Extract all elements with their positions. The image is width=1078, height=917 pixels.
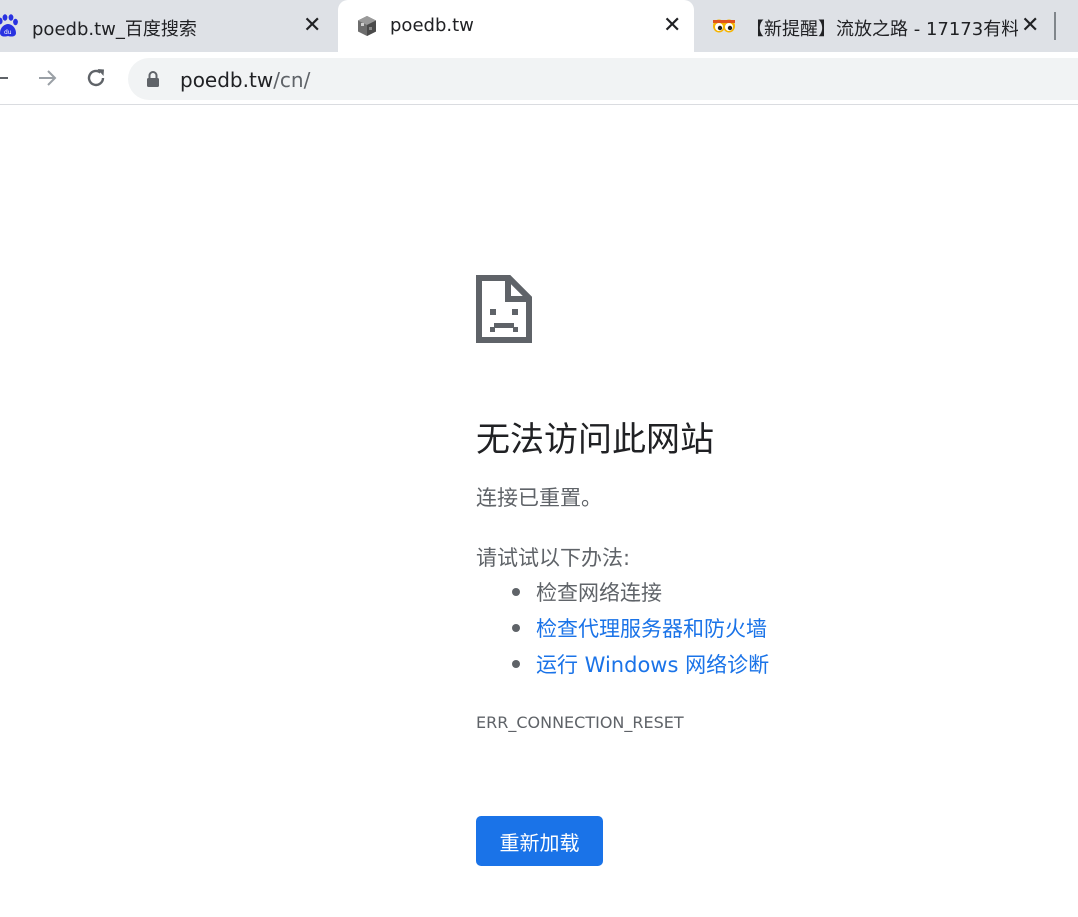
suggestion-check-proxy: 检查代理服务器和防火墙	[476, 613, 769, 649]
url-path: /cn/	[273, 68, 311, 92]
suggestion-check-network: 检查网络连接	[476, 577, 769, 613]
svg-text:du: du	[4, 29, 12, 36]
baidu-paw-icon: du	[0, 14, 18, 42]
17173-eyes-icon	[712, 17, 736, 39]
address-bar[interactable]: poedb.tw/cn/	[128, 58, 1078, 100]
error-description: 连接已重置。	[476, 486, 602, 510]
tab-title: 【新提醒】流放之路 - 17173有料	[746, 19, 1018, 40]
sad-document-icon	[476, 275, 532, 347]
tab-title: poedb.tw_百度搜索	[32, 19, 197, 40]
tab-separator	[1054, 12, 1056, 40]
suggestions-list: 检查网络连接 检查代理服务器和防火墙 运行 Windows 网络诊断	[476, 577, 769, 685]
error-code: ERR_CONNECTION_RESET	[476, 713, 684, 732]
reload-icon[interactable]	[82, 64, 110, 92]
page-title: 无法访问此网站	[476, 420, 714, 460]
close-tab-icon[interactable]: ✕	[1021, 13, 1039, 38]
tab-poedb[interactable]: poedb.tw ✕	[338, 0, 694, 52]
close-tab-icon[interactable]: ✕	[303, 13, 321, 38]
tab-17173[interactable]: 【新提醒】流放之路 - 17173有料 ✕	[700, 0, 1078, 52]
lock-icon[interactable]	[146, 71, 160, 91]
url-text: poedb.tw/cn/	[180, 68, 310, 92]
suggestions-label: 请试试以下办法:	[476, 546, 631, 570]
browser-toolbar: poedb.tw/cn/	[0, 52, 1078, 105]
back-arrow-icon[interactable]	[0, 64, 14, 92]
tab-title: poedb.tw	[390, 15, 474, 36]
check-proxy-firewall-link[interactable]: 检查代理服务器和防火墙	[536, 617, 767, 641]
close-tab-icon[interactable]: ✕	[663, 13, 681, 38]
suggestion-text: 检查网络连接	[536, 581, 662, 605]
reload-button[interactable]: 重新加载	[476, 816, 603, 866]
suggestion-run-diagnostics: 运行 Windows 网络诊断	[476, 649, 769, 685]
url-host: poedb.tw	[180, 68, 274, 92]
tab-baidu-search[interactable]: du poedb.tw_百度搜索 ✕	[0, 0, 336, 52]
run-windows-diagnostics-link[interactable]: 运行 Windows 网络诊断	[536, 653, 769, 677]
poedb-cube-icon	[356, 15, 378, 41]
tab-strip: du poedb.tw_百度搜索 ✕ poedb.tw ✕ 【新提醒】流放之路 …	[0, 0, 1078, 52]
forward-arrow-icon[interactable]	[33, 64, 61, 92]
